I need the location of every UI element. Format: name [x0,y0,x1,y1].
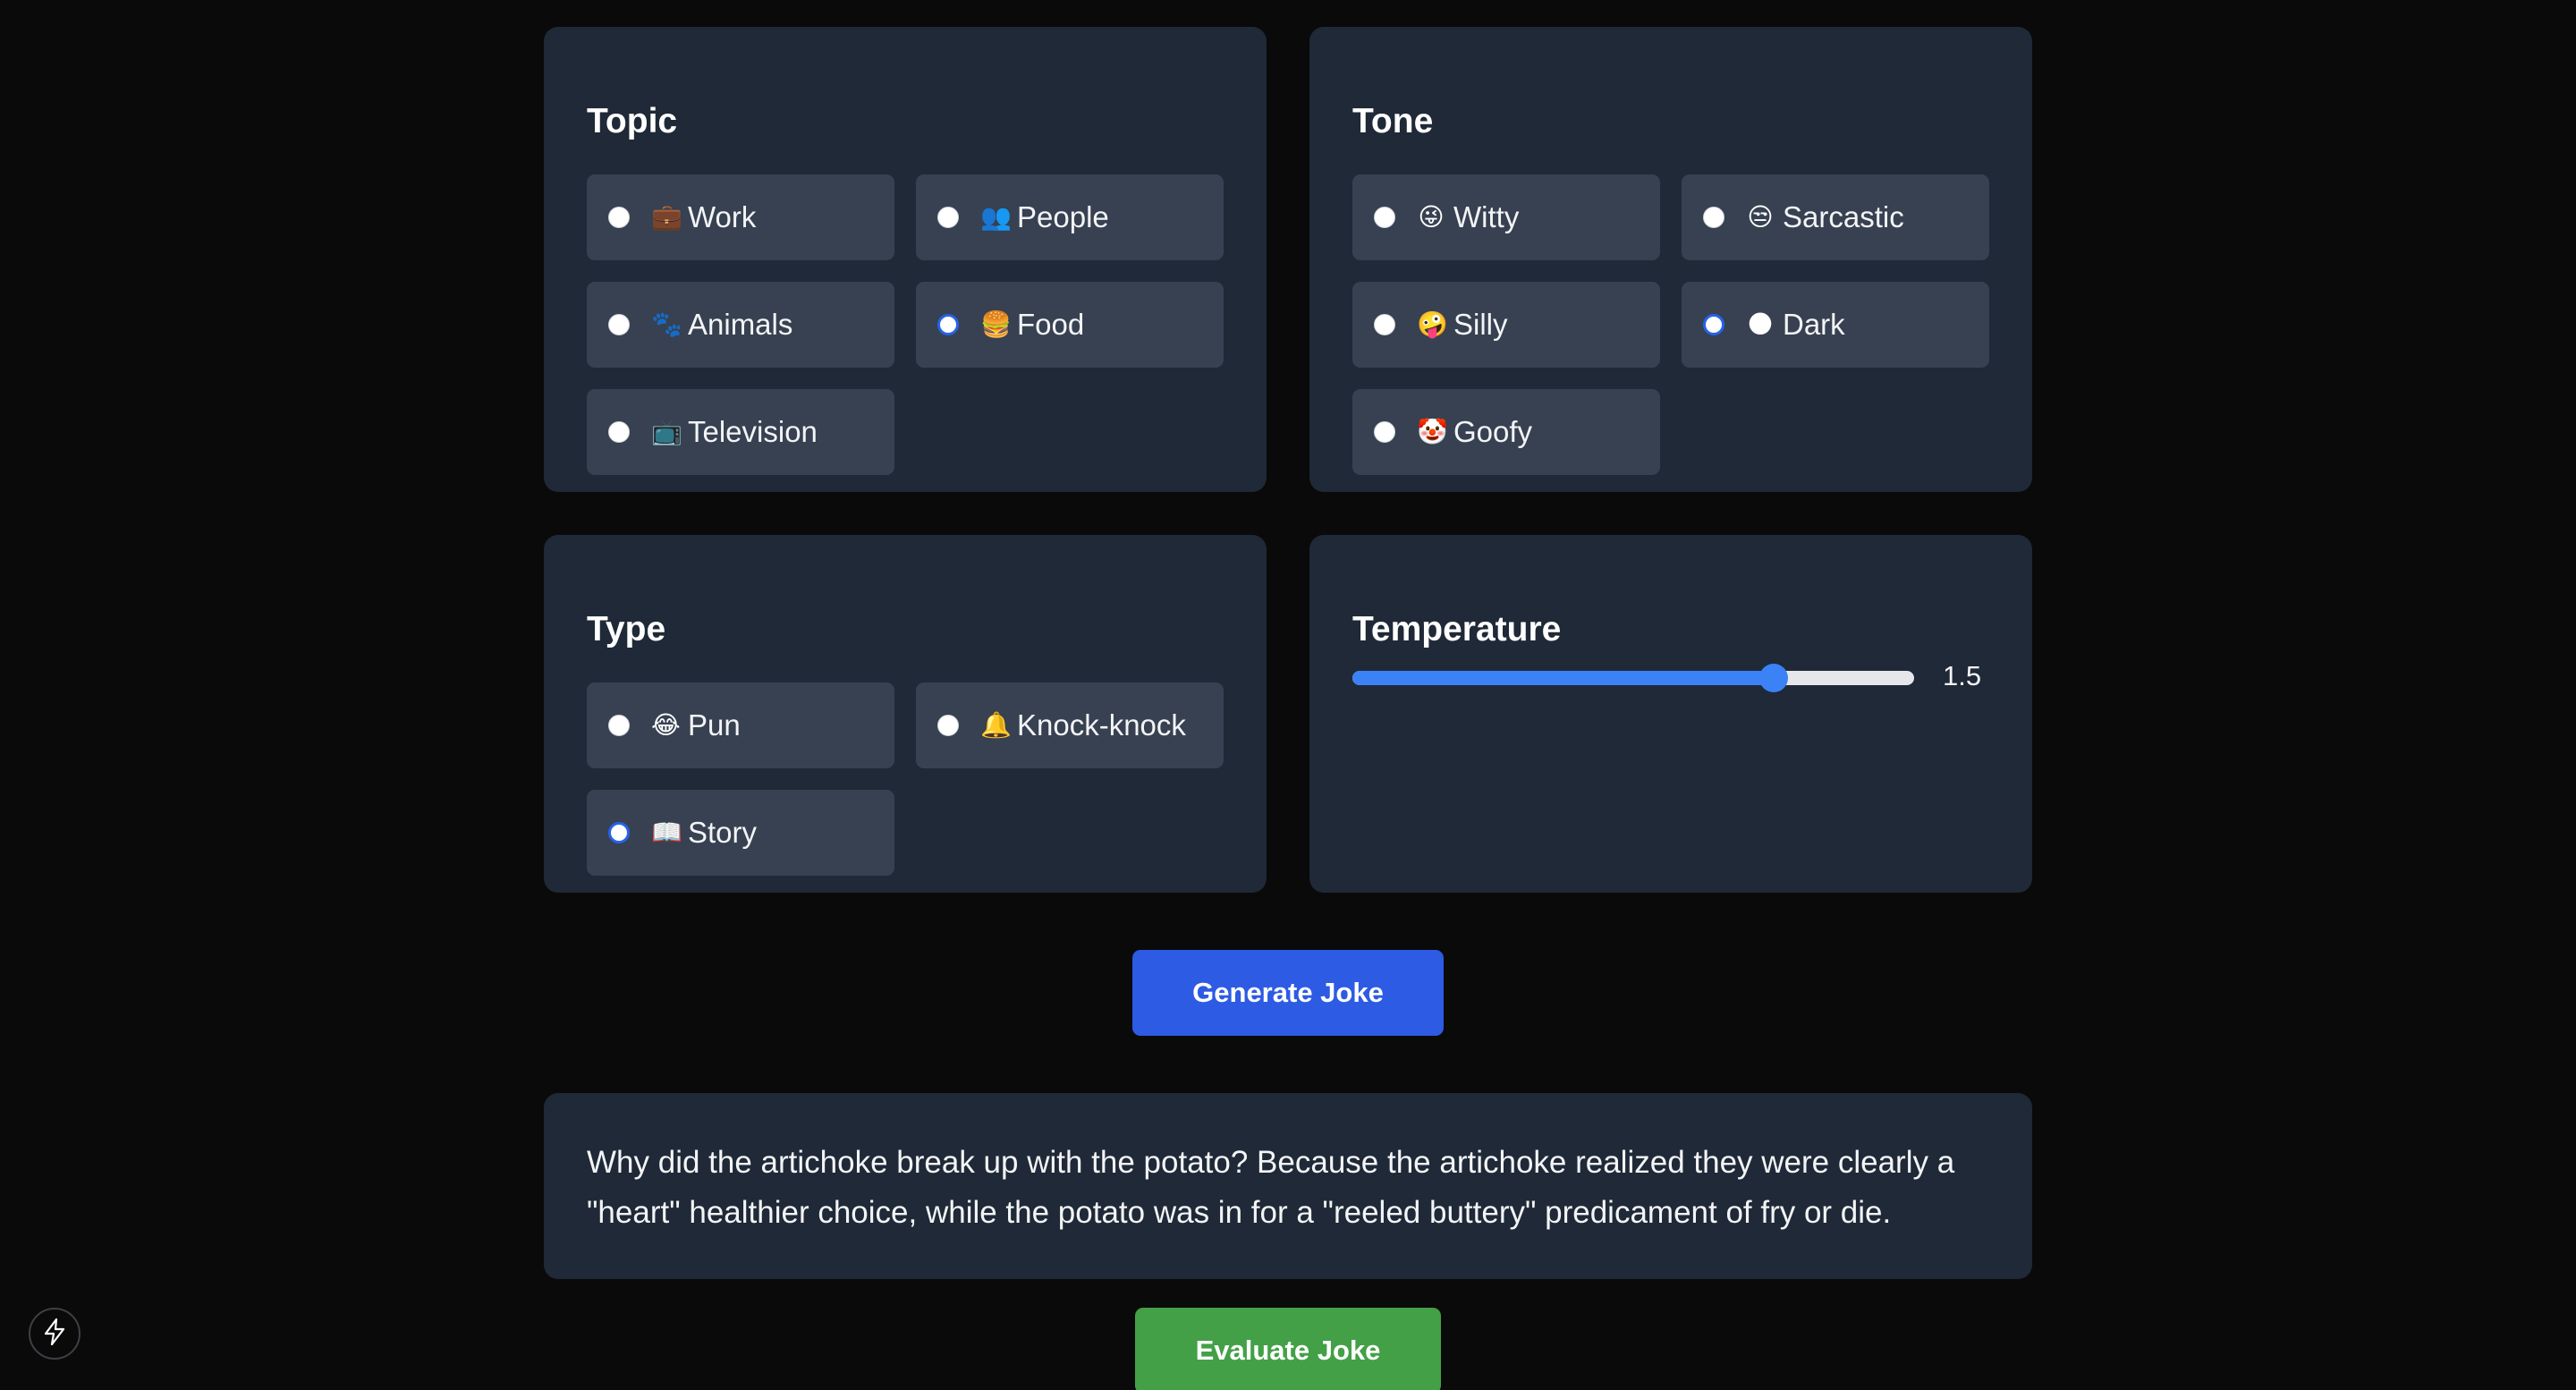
tone-option-dark[interactable]: 🌑 Dark [1682,282,1989,368]
temperature-title: Temperature [1352,610,1562,648]
zany-face-icon: 🤪 [1417,309,1448,339]
people-icon: 👥 [980,202,1012,232]
radio-button[interactable] [937,715,959,736]
briefcase-icon: 💼 [651,202,682,232]
radio-button[interactable] [608,421,630,443]
option-label: Silly [1453,308,1508,341]
paw-icon: 🐾 [651,309,682,339]
option-label: Knock-knock [1017,708,1186,742]
option-label: Goofy [1453,415,1533,448]
radio-button[interactable] [608,207,630,228]
open-book-icon: 📖 [651,818,682,847]
option-label: Television [688,415,818,448]
television-icon: 📺 [651,417,682,446]
temperature-slider[interactable] [1352,664,1914,692]
topic-option-work[interactable]: 💼 Work [587,174,894,260]
option-label: People [1017,200,1109,233]
joke-output: Why did the artichoke break up with the … [544,1093,2032,1279]
temperature-slider-fill [1352,671,1774,685]
temperature-value: 1.5 [1943,660,1982,691]
radio-button[interactable] [608,822,630,843]
topic-option-television[interactable]: 📺 Television [587,389,894,475]
option-label: Sarcastic [1783,200,1904,233]
topic-option-people[interactable]: 👥 People [916,174,1224,260]
topic-option-food[interactable]: 🍔 Food [916,282,1224,368]
topic-option-animals[interactable]: 🐾 Animals [587,282,894,368]
radio-button[interactable] [1374,207,1395,228]
topic-card: Topic 💼 Work 👥 People 🐾 Animals 🍔 Food 📺 Televisi… [544,27,1267,492]
radio-button[interactable] [1703,207,1724,228]
tone-option-goofy[interactable]: 🤡 Goofy [1352,389,1660,475]
option-label: Animals [688,308,793,341]
tone-title: Tone [1352,102,1434,140]
joke-generator-page: Topic 💼 Work 👥 People 🐾 Animals 🍔 Food 📺 Televisi… [0,0,2576,1390]
clown-face-icon: 🤡 [1417,417,1448,446]
type-option-story[interactable]: 📖 Story [587,790,894,876]
option-label: Witty [1453,200,1520,233]
radio-button[interactable] [937,207,959,228]
option-label: Food [1017,308,1085,341]
radio-button[interactable] [1374,421,1395,443]
tone-option-sarcastic[interactable]: 😒 Sarcastic [1682,174,1989,260]
winking-tongue-face-icon: 😜 [1418,202,1445,232]
type-option-pun[interactable]: 😂 Pun [587,682,894,768]
tone-card: Tone 😜 Witty 😒 Sarcastic 🤪 Silly 🌑 Dark 🤡 Goofy [1309,27,2032,492]
temperature-card: Temperature [1309,535,2032,893]
type-title: Type [587,610,666,648]
topic-title: Topic [587,102,678,140]
option-label: Story [688,816,758,849]
type-card: Type 😂 Pun 🔔 Knock-knock 📖 Story [544,535,1267,893]
option-label: Work [688,200,757,233]
radio-button[interactable] [608,314,630,335]
bell-icon: 🔔 [980,710,1012,740]
tone-option-silly[interactable]: 🤪 Silly [1352,282,1660,368]
tone-options: 😜 Witty 😒 Sarcastic 🤪 Silly 🌑 Dark 🤡 Goofy [1352,174,1989,475]
dark-moon-icon: 🌑 [1747,309,1774,339]
radio-button[interactable] [608,715,630,736]
radio-button[interactable] [1374,314,1395,335]
burger-icon: 🍔 [980,309,1012,339]
radio-button[interactable] [937,314,959,335]
type-option-knock-knock[interactable]: 🔔 Knock-knock [916,682,1224,768]
unamused-face-icon: 😒 [1747,202,1774,232]
radio-button[interactable] [1703,314,1724,335]
type-options: 😂 Pun 🔔 Knock-knock 📖 Story [587,682,1224,876]
dev-tools-button[interactable] [29,1308,80,1360]
laughing-tears-icon: 😂 [651,710,681,740]
temperature-slider-thumb[interactable] [1759,664,1788,692]
evaluate-joke-button[interactable]: Evaluate Joke [1135,1308,1441,1390]
option-label: Dark [1783,308,1845,341]
generate-joke-button[interactable]: Generate Joke [1132,950,1444,1036]
lightning-bolt-icon [43,1318,66,1350]
option-label: Pun [688,708,741,742]
topic-options: 💼 Work 👥 People 🐾 Animals 🍔 Food 📺 Television [587,174,1224,475]
tone-option-witty[interactable]: 😜 Witty [1352,174,1660,260]
